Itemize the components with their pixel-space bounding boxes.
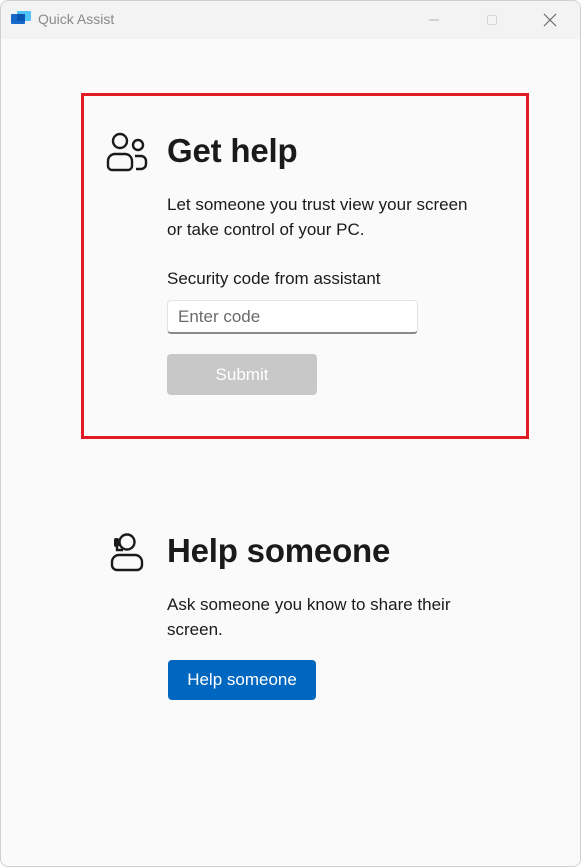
person-headset-icon	[110, 533, 144, 572]
help-someone-description: Ask someone you know to share their scre…	[167, 592, 450, 642]
quick-assist-icon	[11, 11, 31, 24]
security-code-input[interactable]	[167, 300, 418, 334]
quick-assist-window: Quick Assist Get help Let someone you tr…	[0, 0, 581, 867]
get-help-description-line2: or take control of your PC.	[167, 220, 365, 239]
help-someone-description-line1: Ask someone you know to share their	[167, 595, 451, 614]
window-title: Quick Assist	[38, 11, 115, 27]
security-code-label: Security code from assistant	[167, 269, 381, 288]
help-someone-button[interactable]: Help someone	[168, 660, 316, 700]
help-someone-title: Help someone	[167, 532, 391, 569]
get-help-title: Get help	[167, 132, 298, 169]
close-button[interactable]	[527, 1, 573, 39]
help-someone-description-line2: screen.	[167, 620, 223, 639]
get-help-description: Let someone you trust view your screen o…	[167, 192, 467, 242]
maximize-icon	[487, 15, 497, 25]
main-content: Get help Let someone you trust view your…	[1, 39, 580, 866]
get-help-description-line1: Let someone you trust view your screen	[167, 195, 468, 214]
minimize-icon	[429, 19, 439, 21]
maximize-button[interactable]	[469, 1, 515, 39]
close-icon	[543, 13, 557, 27]
title-bar[interactable]: Quick Assist	[1, 1, 580, 39]
people-icon	[106, 132, 148, 172]
submit-button[interactable]: Submit	[167, 354, 317, 395]
minimize-button[interactable]	[411, 1, 457, 39]
